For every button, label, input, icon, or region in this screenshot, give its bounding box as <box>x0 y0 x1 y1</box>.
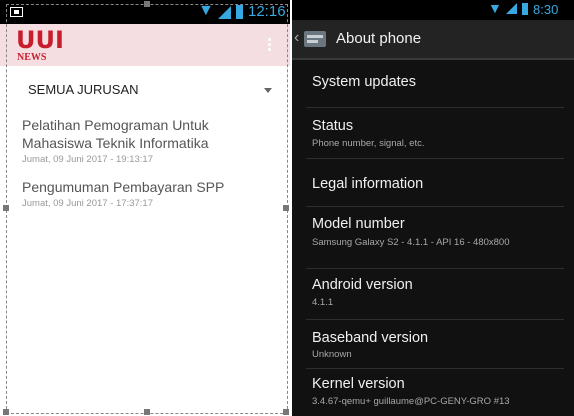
logo-text: UUI <box>16 26 64 54</box>
resize-handle[interactable] <box>283 409 289 415</box>
logo-subtext: NEWS <box>17 52 47 63</box>
setting-model-number[interactable]: Model number Samsung Galaxy S2 - 4.1.1 -… <box>292 214 574 266</box>
battery-icon <box>236 5 243 19</box>
news-date: Jumat, 09 Juni 2017 - 19:13:17 <box>22 154 153 165</box>
divider <box>306 368 564 369</box>
right-phone-screen: ▼ 8:30 ‹ About phone System updates Stat… <box>292 0 574 416</box>
app-logo: UUI NEWS <box>16 26 64 64</box>
wifi-icon: ▼ <box>488 0 502 16</box>
setting-status[interactable]: Status Phone number, signal, etc. <box>292 116 574 158</box>
divider <box>306 158 564 159</box>
setting-title: Legal information <box>312 176 424 192</box>
setting-title: System updates <box>312 74 416 90</box>
page-title: About phone <box>336 30 422 47</box>
setting-baseband-version[interactable]: Baseband version Unknown <box>292 328 574 368</box>
status-bar: ▼ 8:30 <box>292 0 574 20</box>
resize-handle[interactable] <box>144 1 150 7</box>
news-title: Pelatihan Pemograman Untuk Mahasiswa Tek… <box>22 117 209 151</box>
setting-title: Android version <box>312 277 413 293</box>
resize-handle[interactable] <box>3 409 9 415</box>
settings-icon[interactable] <box>304 29 326 49</box>
news-list-item[interactable]: Pelatihan Pemograman Untuk Mahasiswa Tek… <box>22 116 282 165</box>
setting-title: Model number <box>312 216 405 232</box>
resize-handle[interactable] <box>144 409 150 415</box>
news-list-item[interactable]: Pengumuman Pembayaran SPP Jumat, 09 Juni… <box>22 178 282 209</box>
divider <box>306 107 564 108</box>
divider <box>306 319 564 320</box>
setting-subtitle: Samsung Galaxy S2 - 4.1.1 - API 16 - 480… <box>312 237 510 248</box>
setting-subtitle: Phone number, signal, etc. <box>312 138 425 149</box>
status-time: 12:16 <box>248 3 286 20</box>
action-bar: ‹ About phone <box>292 20 574 60</box>
status-time: 8:30 <box>533 2 559 17</box>
setting-title: Kernel version <box>312 376 405 392</box>
setting-system-updates[interactable]: System updates <box>292 72 574 108</box>
setting-title: Baseband version <box>312 330 429 346</box>
divider <box>306 268 564 269</box>
dropdown-selected-value: SEMUA JURUSAN <box>28 82 139 97</box>
setting-subtitle: Unknown <box>312 349 352 360</box>
news-title: Pengumuman Pembayaran SPP <box>22 179 225 195</box>
divider <box>306 206 564 207</box>
app-bar: UUI NEWS <box>0 24 290 66</box>
wifi-icon: ▼ <box>198 2 214 19</box>
setting-subtitle: 4.1.1 <box>312 297 334 308</box>
setting-legal-information[interactable]: Legal information <box>292 174 574 210</box>
notification-icon <box>10 7 23 17</box>
signal-icon <box>218 6 231 19</box>
left-phone-screen: ▼ 12:16 UUI NEWS SEMUA JURUSAN Pelatihan… <box>0 0 290 416</box>
battery-icon <box>522 3 528 15</box>
setting-android-version[interactable]: Android version 4.1.1 <box>292 275 574 319</box>
signal-icon <box>506 3 517 14</box>
setting-kernel-version[interactable]: Kernel version 3.4.67-qemu+ guillaume@PC… <box>292 376 574 416</box>
resize-handle[interactable] <box>283 205 289 211</box>
dropdown-caret-icon <box>264 88 272 93</box>
back-icon[interactable]: ‹ <box>294 29 299 47</box>
department-filter-dropdown[interactable]: SEMUA JURUSAN <box>28 80 274 102</box>
overflow-menu-icon[interactable] <box>268 38 272 54</box>
news-date: Jumat, 09 Juni 2017 - 17:37:17 <box>22 198 153 209</box>
setting-title: Status <box>312 118 354 134</box>
resize-handle[interactable] <box>3 205 9 211</box>
setting-subtitle: 3.4.67-qemu+ guillaume@PC-GENY-GRO #13 <box>312 396 510 407</box>
